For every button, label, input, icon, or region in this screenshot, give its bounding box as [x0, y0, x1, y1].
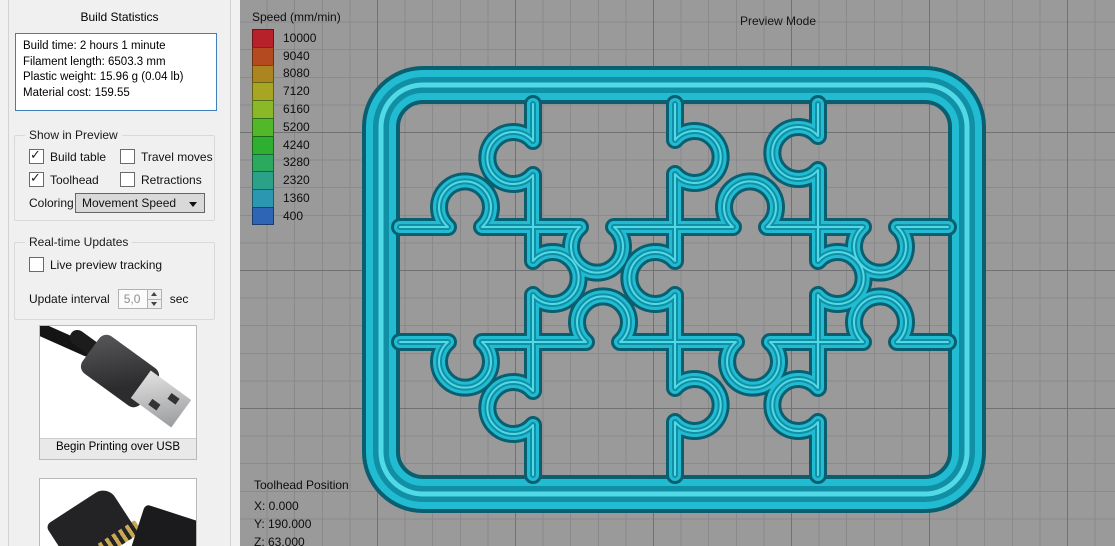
sd-card-button[interactable] [39, 478, 197, 546]
legend-color-swatch [252, 189, 274, 207]
usb-slot-shape [148, 398, 161, 411]
live-preview-label: Live preview tracking [50, 257, 163, 272]
retractions-label: Retractions [141, 172, 202, 187]
legend-speed-value: 5200 [283, 119, 310, 134]
checkbox-toolhead[interactable]: Toolhead [29, 170, 99, 187]
legend-color-swatch [252, 153, 274, 172]
sd-card-shape [45, 485, 143, 546]
legend-speed-value: 3280 [283, 155, 310, 170]
travel-moves-checkbox-icon[interactable] [120, 149, 135, 164]
live-preview-checkbox-icon[interactable] [29, 257, 44, 272]
legend-speed-value: 9040 [283, 48, 310, 63]
sd-card-shape [129, 504, 196, 546]
sidebar-panel: Build Statistics Build time: 2 hours 1 m… [8, 0, 231, 546]
usb-slot-shape [167, 393, 180, 405]
legend-entry: 8080 [252, 64, 341, 83]
stat-build-time: Build time: 2 hours 1 minute [23, 40, 166, 52]
spinner-up-icon [150, 292, 157, 296]
build-statistics-box: Build time: 2 hours 1 minute Filament le… [15, 33, 217, 111]
legend-color-swatch [252, 135, 274, 154]
toolhead-position-title: Toolhead Position [254, 478, 349, 492]
legend-color-swatch [252, 46, 274, 65]
legend-speed-value: 8080 [283, 66, 310, 81]
speed-legend: Speed (mm/min) 10000 9040 8080 7120 6160 5200… [252, 10, 341, 225]
begin-printing-usb-label[interactable]: Begin Printing over USB [40, 438, 196, 459]
legend-color-swatch [252, 100, 274, 118]
legend-color-swatch [252, 82, 274, 101]
update-interval-value[interactable]: 5,0 [119, 290, 147, 308]
spinner-buttons [146, 290, 161, 308]
legend-speed-value: 1360 [283, 191, 310, 206]
stat-plastic-weight: Plastic weight: 15.96 g (0.04 lb) [23, 71, 184, 83]
usb-connector-image [40, 326, 196, 440]
spinner-down-button[interactable] [147, 298, 161, 308]
toolhead-y-value: Y: 190.000 [254, 517, 312, 531]
legend-entry: 6160 [252, 100, 341, 118]
update-interval-row: Update interval 5,0 sec [29, 289, 188, 309]
retractions-checkbox-icon[interactable] [120, 172, 135, 187]
legend-speed-value: 10000 [283, 30, 317, 45]
coloring-label: Coloring [29, 196, 74, 210]
build-statistics-title: Build Statistics [80, 10, 159, 24]
legend-entry: 10000 [252, 29, 341, 47]
legend-color-swatch [252, 29, 274, 47]
legend-entry: 4240 [252, 135, 341, 154]
checkbox-travel-moves[interactable]: Travel moves [120, 149, 213, 164]
update-interval-label: Update interval [29, 292, 110, 306]
checkbox-retractions[interactable]: Retractions [120, 172, 202, 187]
coloring-dropdown[interactable]: Movement Speed [75, 193, 205, 213]
toolhead-label: Toolhead [50, 172, 99, 187]
legend-color-swatch [252, 171, 274, 190]
show-in-preview-label: Show in Preview [25, 128, 122, 142]
update-interval-spinner[interactable]: 5,0 [117, 289, 162, 309]
legend-entry: 2320 [252, 171, 341, 190]
toolhead-z-value: Z: 63.000 [254, 535, 305, 546]
build-table-checkbox-icon[interactable] [29, 147, 44, 164]
legend-speed-value: 2320 [283, 173, 310, 188]
legend-color-swatch [252, 206, 274, 225]
legend-entry: 1360 [252, 189, 341, 207]
travel-moves-label: Travel moves [141, 149, 213, 164]
build-table-label: Build table [50, 149, 107, 164]
printed-model-puzzle-cutter [240, 0, 1115, 546]
checkbox-live-preview-tracking[interactable]: Live preview tracking [29, 257, 162, 272]
toolhead-checkbox-icon[interactable] [29, 170, 44, 187]
spinner-down-icon [150, 301, 157, 306]
coloring-dropdown-value: Movement Speed [82, 196, 177, 210]
sd-cards-image [40, 479, 196, 546]
toolhead-position-readout: Toolhead Position X: 0.000 Y: 190.000 Z:… [254, 476, 349, 546]
legend-entry: 7120 [252, 82, 341, 101]
legend-entry: 5200 [252, 117, 341, 136]
legend-entry: 3280 [252, 153, 341, 172]
stat-filament-length: Filament length: 6503.3 mm [23, 55, 166, 68]
show-in-preview-group: Show in Preview Build table Travel moves… [14, 128, 215, 221]
dropdown-arrow-icon [189, 202, 197, 207]
speed-legend-title: Speed (mm/min) [252, 10, 341, 24]
preview-mode-title: Preview Mode [739, 14, 817, 28]
preview-viewport[interactable]: Preview Mode Speed (mm/min) 10000 9040 808… [240, 0, 1115, 546]
legend-color-swatch [252, 64, 274, 83]
realtime-updates-label: Real-time Updates [25, 235, 133, 249]
toolhead-x-value: X: 0.000 [254, 499, 299, 513]
legend-entry: 400 [252, 206, 341, 225]
speed-legend-entries: 10000 9040 8080 7120 6160 5200 4240 3280 2320 136… [252, 29, 341, 225]
slicer-app-window: Build Statistics Build time: 2 hours 1 m… [0, 0, 1115, 546]
begin-printing-usb-button[interactable]: Begin Printing over USB [39, 325, 197, 460]
legend-entry: 9040 [252, 46, 341, 65]
legend-color-swatch [252, 117, 274, 136]
legend-speed-value: 7120 [283, 84, 310, 99]
legend-speed-value: 400 [283, 208, 304, 223]
spinner-up-button[interactable] [147, 290, 161, 299]
realtime-updates-group: Real-time Updates Live preview tracking … [14, 235, 215, 320]
checkbox-build-table[interactable]: Build table [29, 147, 107, 164]
legend-speed-value: 6160 [283, 102, 310, 117]
legend-speed-value: 4240 [283, 137, 310, 152]
update-interval-unit: sec [169, 292, 189, 306]
stat-material-cost: Material cost: 159.55 [23, 86, 130, 99]
